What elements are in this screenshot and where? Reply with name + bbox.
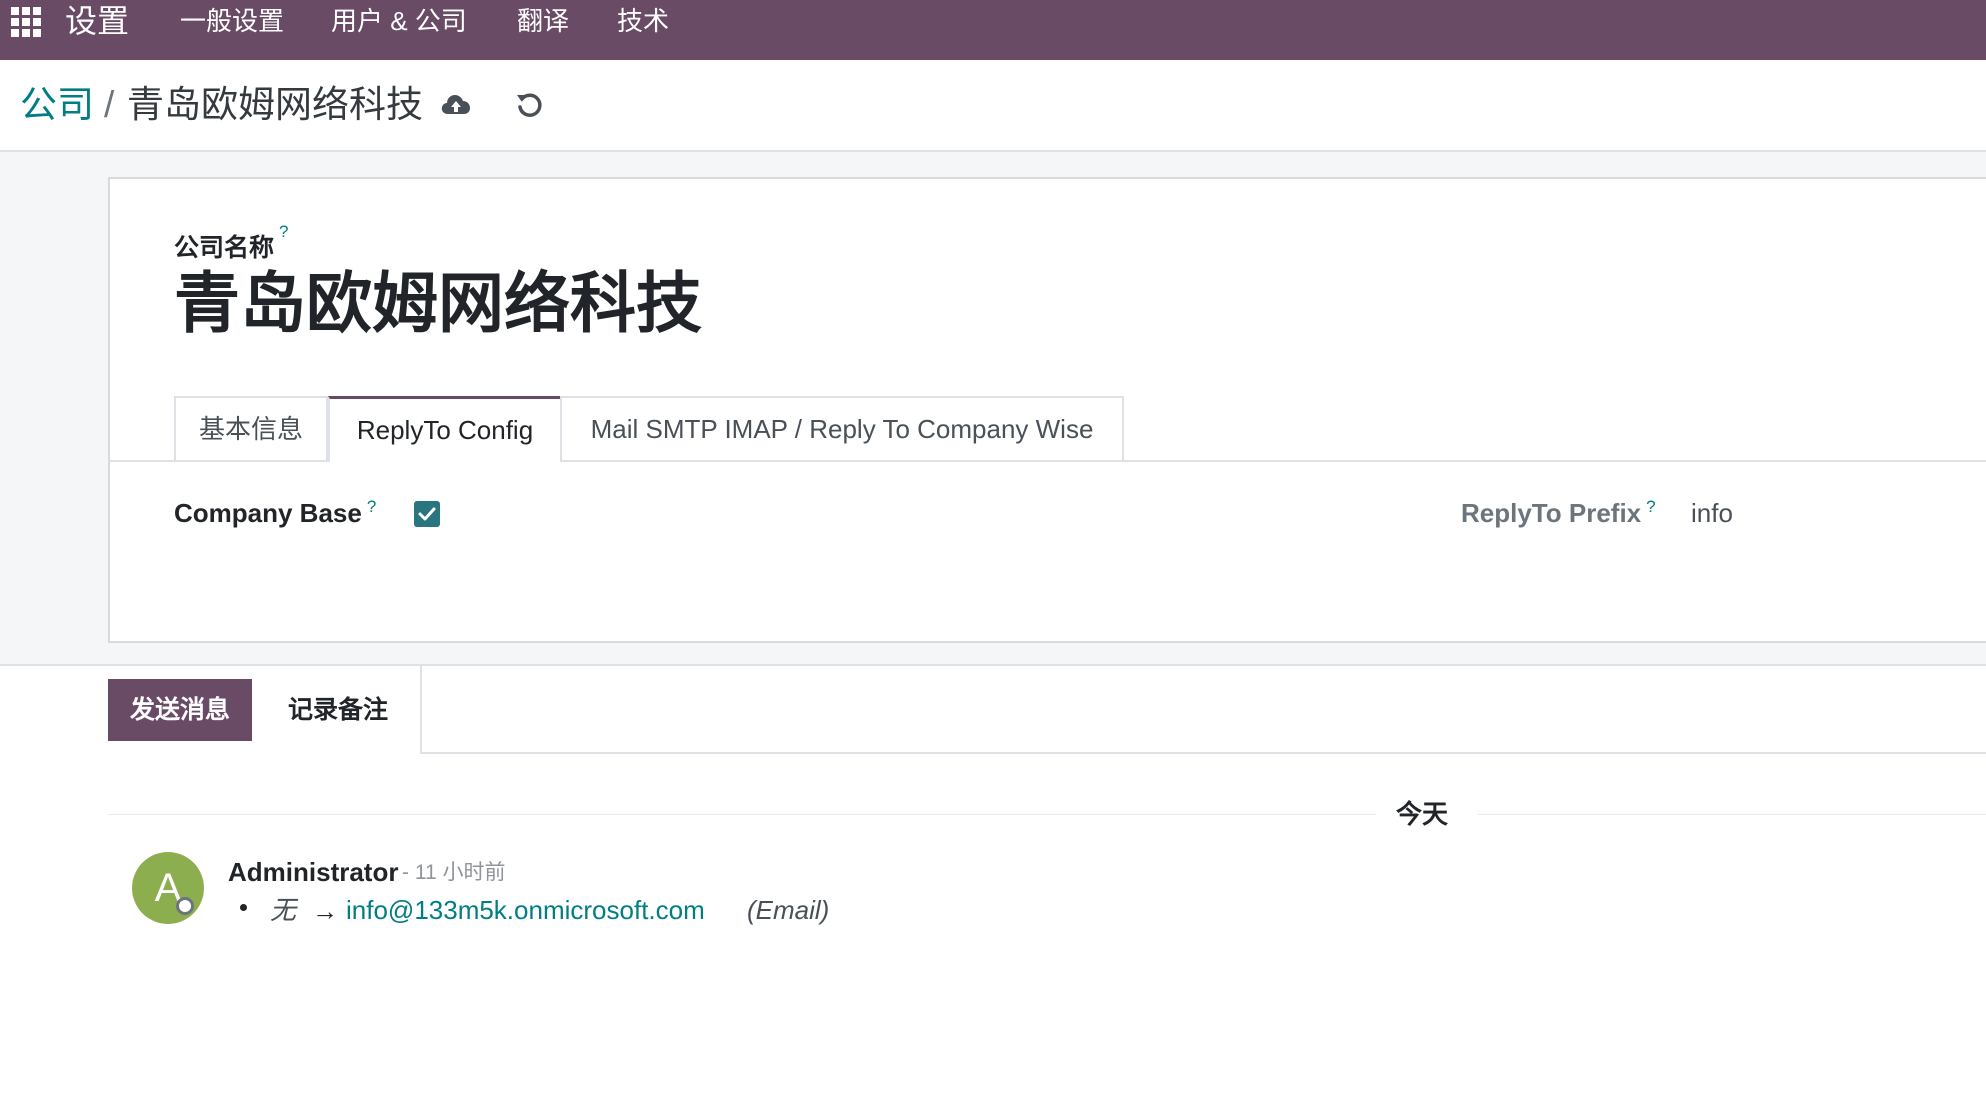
menu-technical[interactable]: 技术 [617,2,669,40]
bullet-icon [240,904,247,911]
chatter-divider [420,752,1986,754]
menu-translations[interactable]: 翻译 [517,2,569,40]
tab-basic-info[interactable]: 基本信息 [174,396,328,460]
date-separator-line [1478,814,1986,815]
tracking-field-name: (Email) [747,895,830,925]
arrow-right-icon: → [312,896,338,926]
menu-users-companies[interactable]: 用户 & 公司 [331,2,467,40]
app-brand[interactable]: 设置 [65,2,129,40]
message-author[interactable]: Administrator [228,855,398,889]
company-base-checkbox[interactable] [414,501,440,527]
cloud-upload-icon[interactable] [440,90,472,120]
tab-mail-smtp-imap[interactable]: Mail SMTP IMAP / Reply To Company Wise [560,396,1124,460]
help-tooltip-icon[interactable]: ? [367,497,376,516]
tab-replyto-config[interactable]: ReplyTo Config [328,396,562,462]
replyto-prefix-input[interactable]: info [1691,496,1733,530]
breadcrumb-current: 青岛欧姆网络科技 [127,84,423,125]
menu-general-settings[interactable]: 一般设置 [180,2,284,40]
apps-grid-icon[interactable] [11,7,41,37]
top-navbar: 设置 一般设置 用户 & 公司 翻译 技术 [0,0,1986,60]
date-separator-line [108,814,1376,815]
presence-status-icon [176,897,194,915]
message-date: - 11 小时前 [402,861,506,884]
date-separator-label: 今天 [1396,799,1449,829]
company-name-field[interactable]: 青岛欧姆网络科技 [174,263,702,343]
help-tooltip-icon[interactable]: ? [1646,497,1655,516]
company-base-label: Company Base? [174,497,377,528]
chatter-divider [420,664,422,754]
send-message-button[interactable]: 发送消息 [108,679,252,741]
replyto-prefix-label: ReplyTo Prefix? [1461,497,1656,528]
undo-icon[interactable] [514,90,546,120]
checkmark-icon [418,507,436,521]
control-panel: 公司 / 青岛欧姆网络科技 [0,60,1986,152]
tracking-new-value-link[interactable]: info@133m5k.onmicrosoft.com [346,893,705,927]
avatar[interactable]: A [132,852,204,924]
breadcrumb-parent-link[interactable]: 公司 [20,82,94,128]
breadcrumb-separator: / [104,84,115,125]
tracking-old-value: 无 [270,895,297,925]
log-note-button[interactable]: 记录备注 [268,679,408,741]
help-tooltip-icon[interactable]: ? [279,222,288,241]
company-name-label: 公司名称? [174,222,289,262]
